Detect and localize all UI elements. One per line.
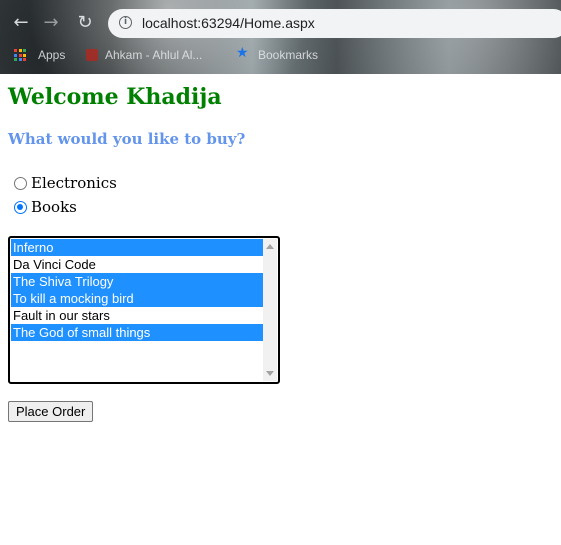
place-order-button[interactable]: Place Order: [8, 401, 94, 422]
forward-arrow-icon[interactable]: →: [40, 12, 62, 34]
scroll-up-icon[interactable]: [266, 244, 274, 249]
bookmark-item-bookmarks[interactable]: Bookmarks: [258, 48, 318, 62]
list-item[interactable]: The God of small things: [11, 324, 263, 341]
reload-icon[interactable]: ↻: [74, 12, 96, 34]
list-item[interactable]: The Shiva Trilogy: [11, 273, 263, 290]
radio-electronics[interactable]: [14, 176, 27, 190]
radio-books[interactable]: [14, 200, 27, 214]
question-heading: What would you like to buy?: [8, 130, 246, 148]
category-option-electronics[interactable]: Electronics: [14, 174, 117, 192]
welcome-heading: Welcome Khadija: [8, 84, 222, 110]
bookmark-item-ahkam[interactable]: Ahkam - Ahlul Al...: [105, 48, 202, 62]
address-bar[interactable]: i localhost:63294/Home.aspx: [108, 9, 561, 38]
url-text[interactable]: localhost:63294/Home.aspx: [142, 15, 315, 31]
back-arrow-icon[interactable]: ←: [10, 12, 32, 34]
info-icon[interactable]: i: [119, 16, 132, 29]
bookmark-favicon-icon: [86, 49, 98, 61]
radio-label-books[interactable]: Books: [31, 198, 77, 216]
listbox-scrollbar[interactable]: [263, 239, 277, 381]
bookmark-apps[interactable]: Apps: [38, 48, 65, 62]
product-listbox[interactable]: Inferno Da Vinci Code The Shiva Trilogy …: [8, 236, 280, 384]
list-item[interactable]: Da Vinci Code: [11, 256, 263, 273]
product-list: Inferno Da Vinci Code The Shiva Trilogy …: [11, 239, 263, 341]
list-item[interactable]: Inferno: [11, 239, 263, 256]
category-option-books[interactable]: Books: [14, 198, 77, 216]
apps-grid-icon[interactable]: [14, 49, 26, 61]
list-item[interactable]: To kill a mocking bird: [11, 290, 263, 307]
star-icon: ★: [236, 45, 249, 61]
bookmarks-bar: Apps Ahkam - Ahlul Al... ★ Bookmarks: [0, 44, 561, 66]
scroll-down-icon[interactable]: [266, 371, 274, 376]
list-item[interactable]: Fault in our stars: [11, 307, 263, 324]
browser-toolbar: ← → ↻ i localhost:63294/Home.aspx Apps A…: [0, 0, 561, 74]
radio-label-electronics[interactable]: Electronics: [31, 174, 117, 192]
